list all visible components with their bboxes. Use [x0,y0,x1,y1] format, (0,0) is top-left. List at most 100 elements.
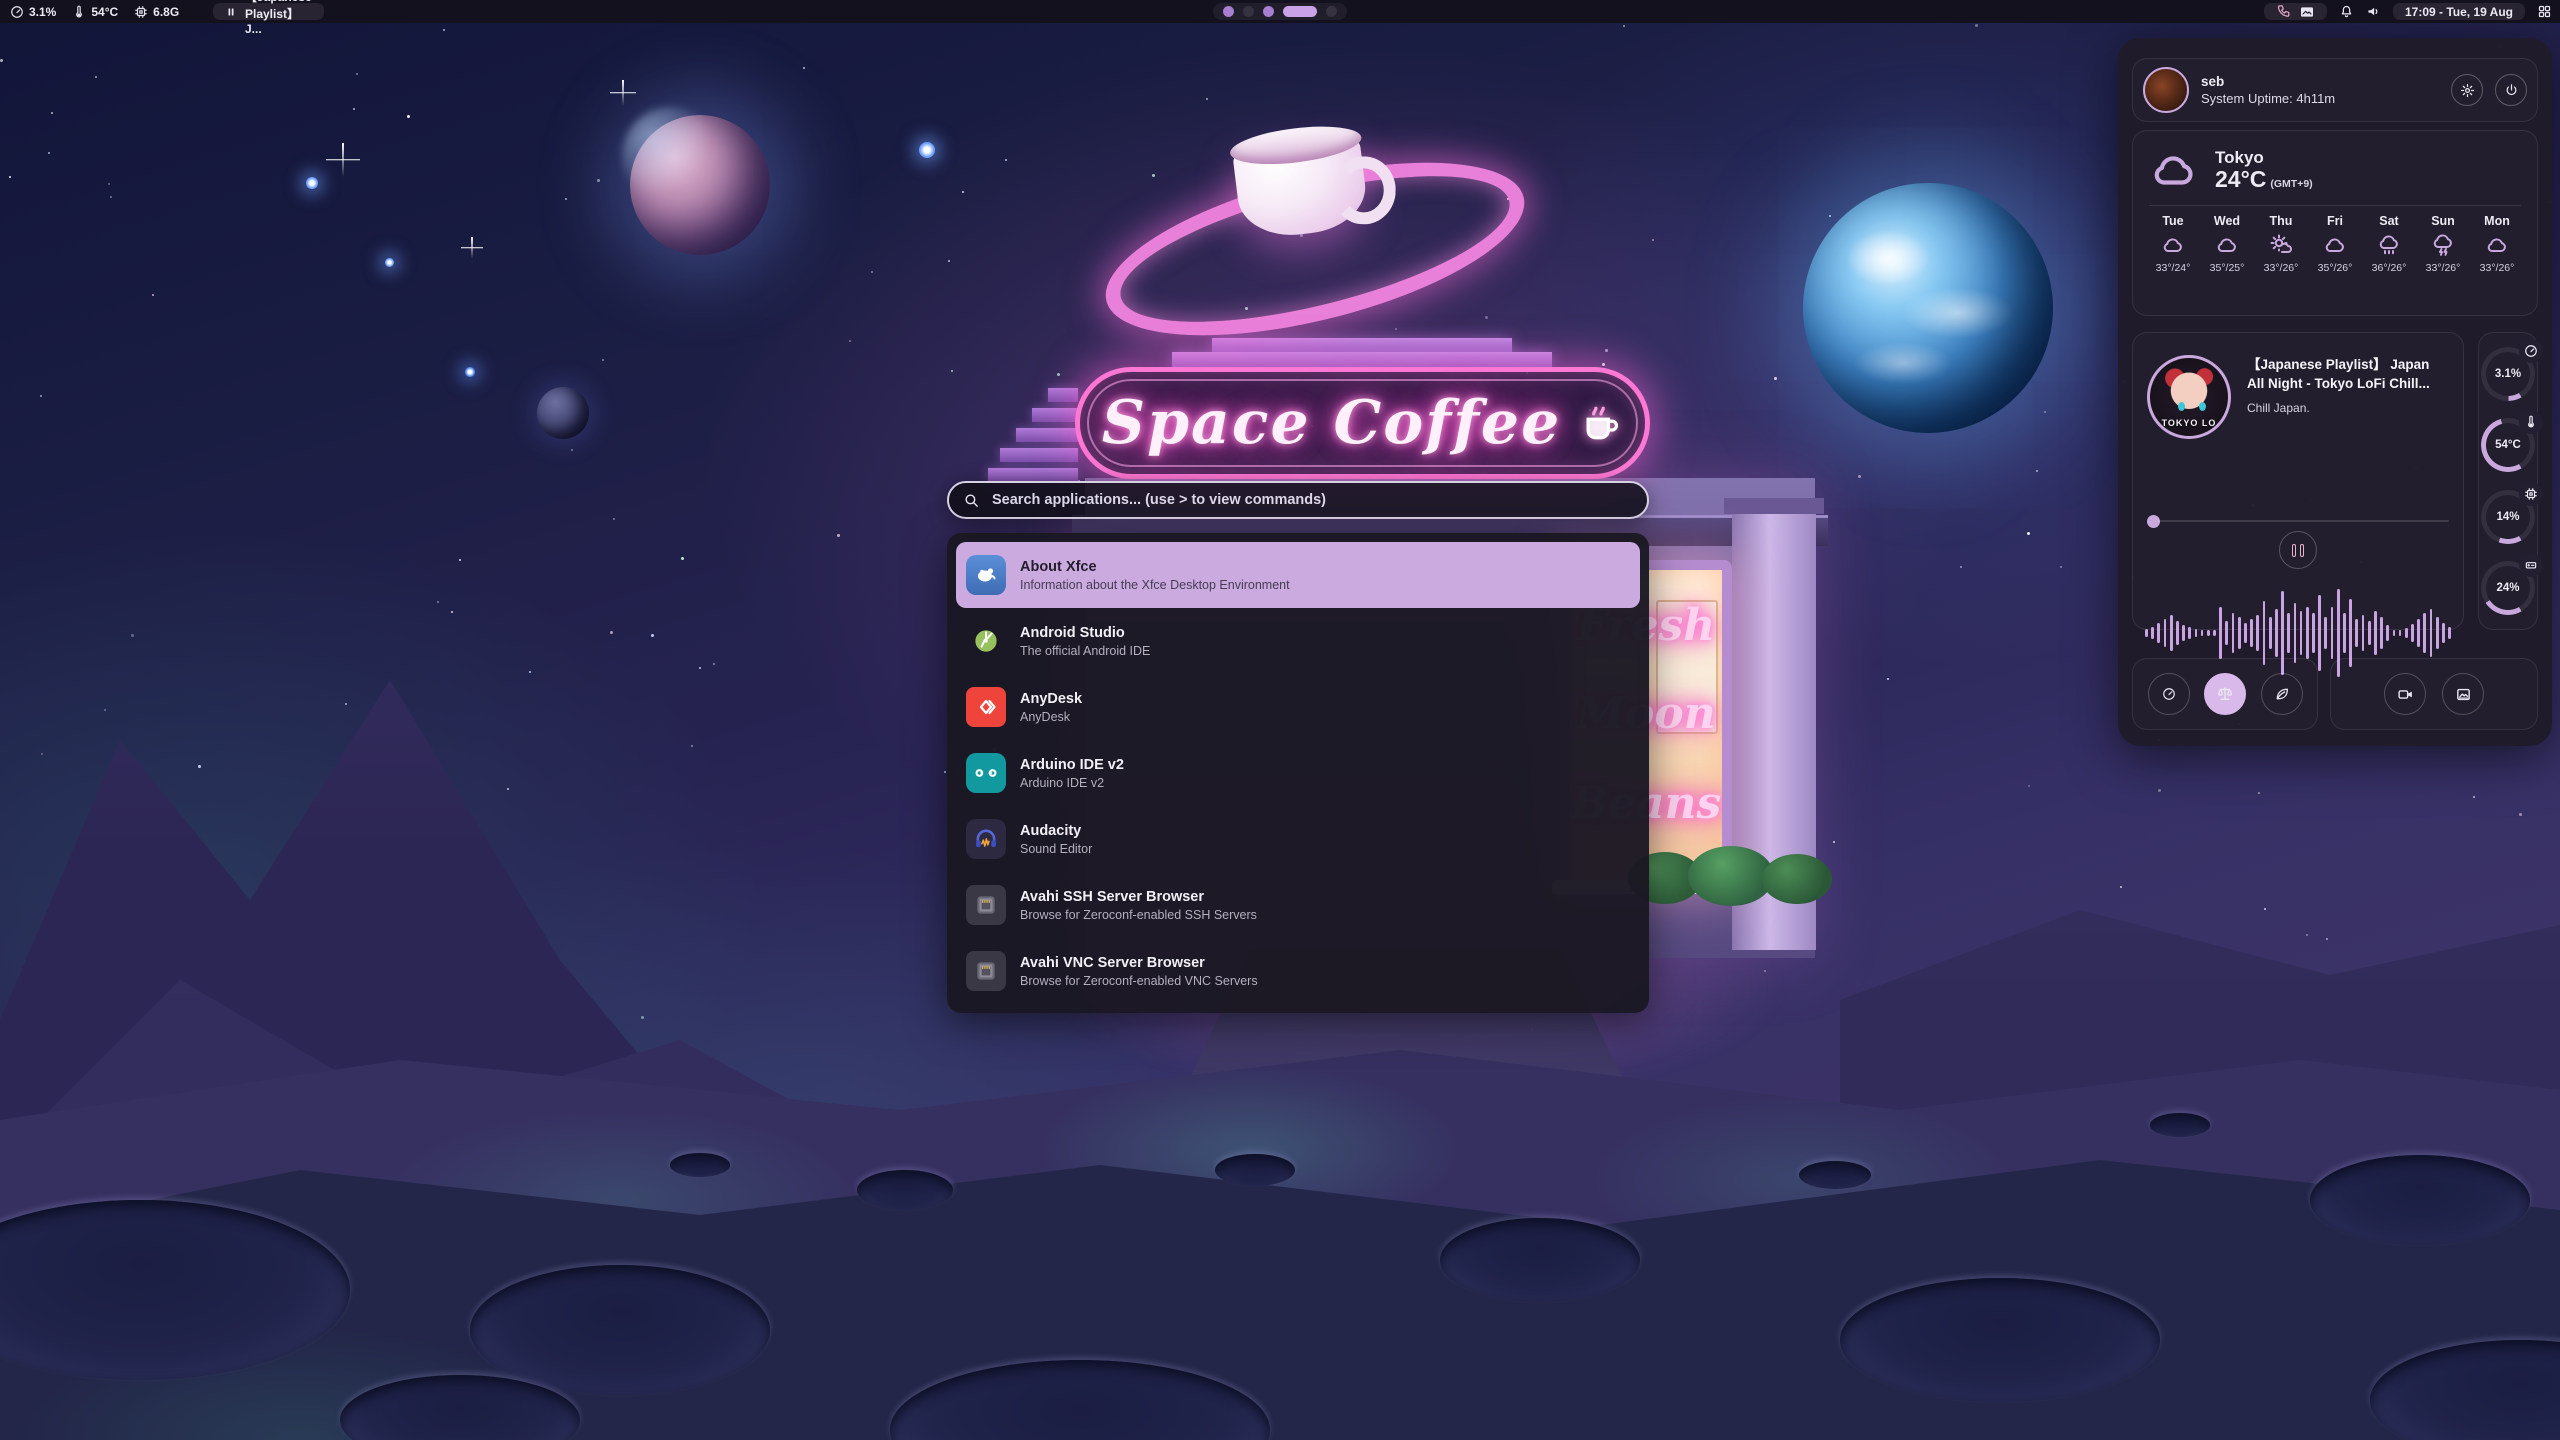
waveform-bar [2405,628,2408,638]
workspace-dot-4[interactable] [1283,6,1317,17]
album-art-caption: TOKYO LO [2150,418,2228,428]
app-row-anydesk[interactable]: AnyDeskAnyDesk [956,674,1640,740]
waveform-bar [2201,630,2204,636]
app-texts: Avahi VNC Server BrowserBrowse for Zeroc… [1020,955,1258,988]
waveform-bar [2331,607,2334,659]
volume-icon[interactable] [2366,4,2381,19]
search-input[interactable] [990,491,1633,509]
waveform-bar [2232,613,2235,653]
workspace-dot-5[interactable] [1326,6,1337,17]
star [95,76,97,78]
forecast-temps: 33°/24° [2156,262,2191,274]
workspace-dot-1[interactable] [1223,6,1234,17]
waveform-bar [2219,607,2222,659]
settings-button[interactable] [2451,74,2483,106]
side-stair [1016,428,1078,442]
balanced-mode-button[interactable] [2204,673,2246,715]
waveform-bar [2306,607,2309,659]
pause-button[interactable] [2279,531,2317,569]
star [345,703,347,705]
forecast-day-mon: Mon33°/26° [2473,214,2521,274]
app-name: Avahi SSH Server Browser [1020,889,1257,905]
app-grid-icon[interactable] [2537,4,2552,19]
gauge-gauge: 3.1% [2481,347,2535,401]
track-artist: Chill Japan. [2247,401,2449,415]
waveform-bar [2368,621,2371,645]
capture-tools-group [2330,658,2538,730]
power-profile-group [2132,658,2318,730]
app-row-audacity[interactable]: AudacitySound Editor [956,806,1640,872]
forecast-day-label: Wed [2214,214,2240,228]
waveform-bar [2170,615,2173,651]
clock-pill[interactable]: 17:09 - Tue, 19 Aug [2393,3,2525,20]
app-row-android-studio[interactable]: Android StudioThe official Android IDE [956,608,1640,674]
audacity-app-icon [966,819,1006,859]
workspace-dot-2[interactable] [1243,6,1254,17]
bell-icon[interactable] [2339,4,2354,19]
star [2060,566,2062,568]
suncloud-weather-icon [2269,232,2293,258]
cloud-weather-icon [2485,232,2509,258]
star [1652,239,1654,241]
star [131,634,134,637]
now-playing-pill[interactable]: 【Japanese Playlist】 J... [213,3,324,20]
app-texts: About XfceInformation about the Xfce Des… [1020,559,1290,592]
app-row-avahi-vnc-server-browser[interactable]: Avahi VNC Server BrowserBrowse for Zeroc… [956,938,1640,1004]
power-button[interactable] [2495,74,2527,106]
performance-mode-button[interactable] [2148,673,2190,715]
phone-icon[interactable] [2276,4,2291,19]
star [602,359,604,361]
album-art[interactable]: TOKYO LO [2147,355,2231,439]
gauge-icon [2519,339,2543,363]
cloud-icon [2149,145,2199,195]
star [1858,475,1861,478]
star [571,449,573,451]
powersaver-mode-button[interactable] [2261,673,2303,715]
app-row-arduino-ide-v2[interactable]: Arduino IDE v2Arduino IDE v2 [956,740,1640,806]
star [699,667,701,669]
bright-star [919,142,935,158]
forecast-day-label: Tue [2162,214,2183,228]
search-box[interactable] [947,481,1649,519]
thermometer-icon [72,5,86,19]
screenshot-icon[interactable] [2299,4,2315,20]
crater [1799,1161,1871,1189]
waveform-bar [2263,601,2266,665]
app-row-about-xfce[interactable]: About XfceInformation about the Xfce Des… [956,542,1640,608]
crater [670,1153,730,1177]
star [41,753,43,755]
track-progress[interactable] [2147,515,2449,527]
video-camera-icon [2397,686,2414,703]
star [944,771,946,773]
screen-record-button[interactable] [2384,673,2426,715]
user-card: seb System Uptime: 4h11m [2132,58,2538,122]
forecast-day-label: Mon [2484,214,2510,228]
chip-icon [134,5,148,19]
star [962,191,964,193]
scales-icon [2216,685,2234,703]
neon-sign: Space Coffee [1075,367,1650,479]
network-app-icon [966,951,1006,991]
side-stair [988,468,1078,482]
star [1395,328,1397,330]
gauge-disk: 24% [2481,561,2535,615]
app-description: Browse for Zeroconf-enabled VNC Servers [1020,974,1258,988]
waveform-bar [2269,617,2272,649]
app-row-avahi-ssh-server-browser[interactable]: Avahi SSH Server BrowserBrowse for Zeroc… [956,872,1640,938]
star [610,631,613,634]
waveform-bar [2430,609,2433,657]
screenshot-button[interactable] [2442,673,2484,715]
bright-star [465,367,475,377]
waveform-bar [2287,613,2290,653]
workspace-indicator[interactable] [1213,3,1347,20]
star [0,59,3,62]
waveform-bar [2411,624,2414,642]
workspace-dot-3[interactable] [1263,6,1274,17]
plant-bush [1688,846,1774,906]
app-description: Information about the Xfce Desktop Envir… [1020,578,1290,592]
clock-text: 17:09 - Tue, 19 Aug [2405,5,2513,19]
star-flare [610,80,636,106]
star-flare [780,1164,810,1194]
tray-tools-pill [2264,3,2327,20]
avatar [2143,67,2189,113]
